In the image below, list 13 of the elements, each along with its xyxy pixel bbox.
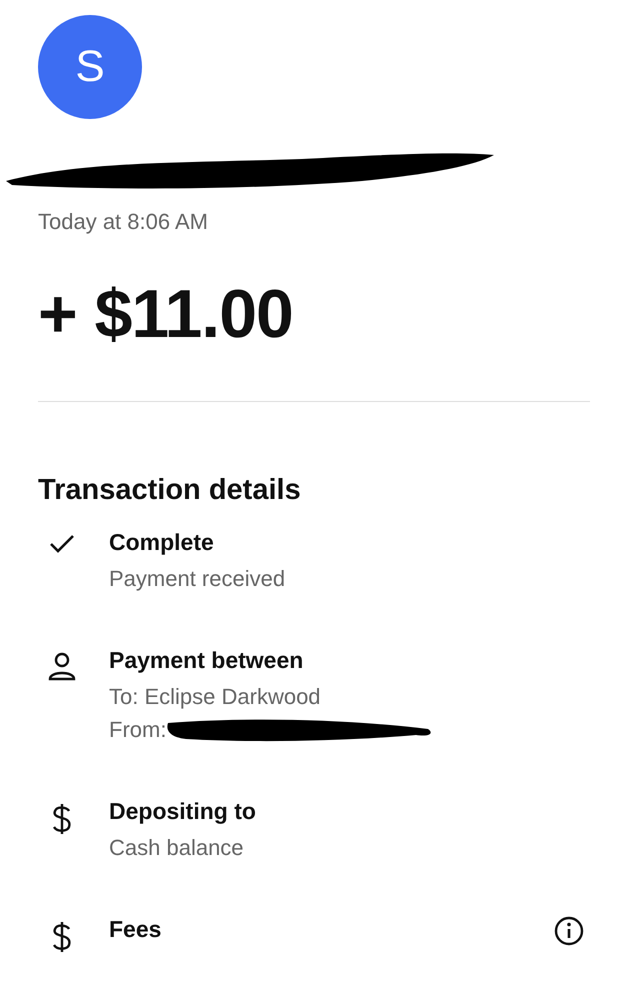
detail-text: To: Eclipse Darkwood (109, 683, 321, 711)
avatar-initial: S (75, 42, 105, 92)
detail-text: From: (109, 716, 166, 744)
detail-title: Complete (109, 529, 215, 556)
info-icon[interactable] (554, 916, 584, 946)
transaction-time: Today at 8:06 AM (38, 209, 209, 235)
detail-title: Fees (109, 916, 162, 943)
amount: + $11.00 (38, 275, 294, 353)
detail-text: Cash balance (109, 834, 244, 862)
section-title: Transaction details (38, 474, 302, 507)
detail-text: Payment received (109, 565, 286, 593)
detail-title: Depositing to (109, 798, 257, 825)
detail-title: Payment between (109, 647, 304, 674)
